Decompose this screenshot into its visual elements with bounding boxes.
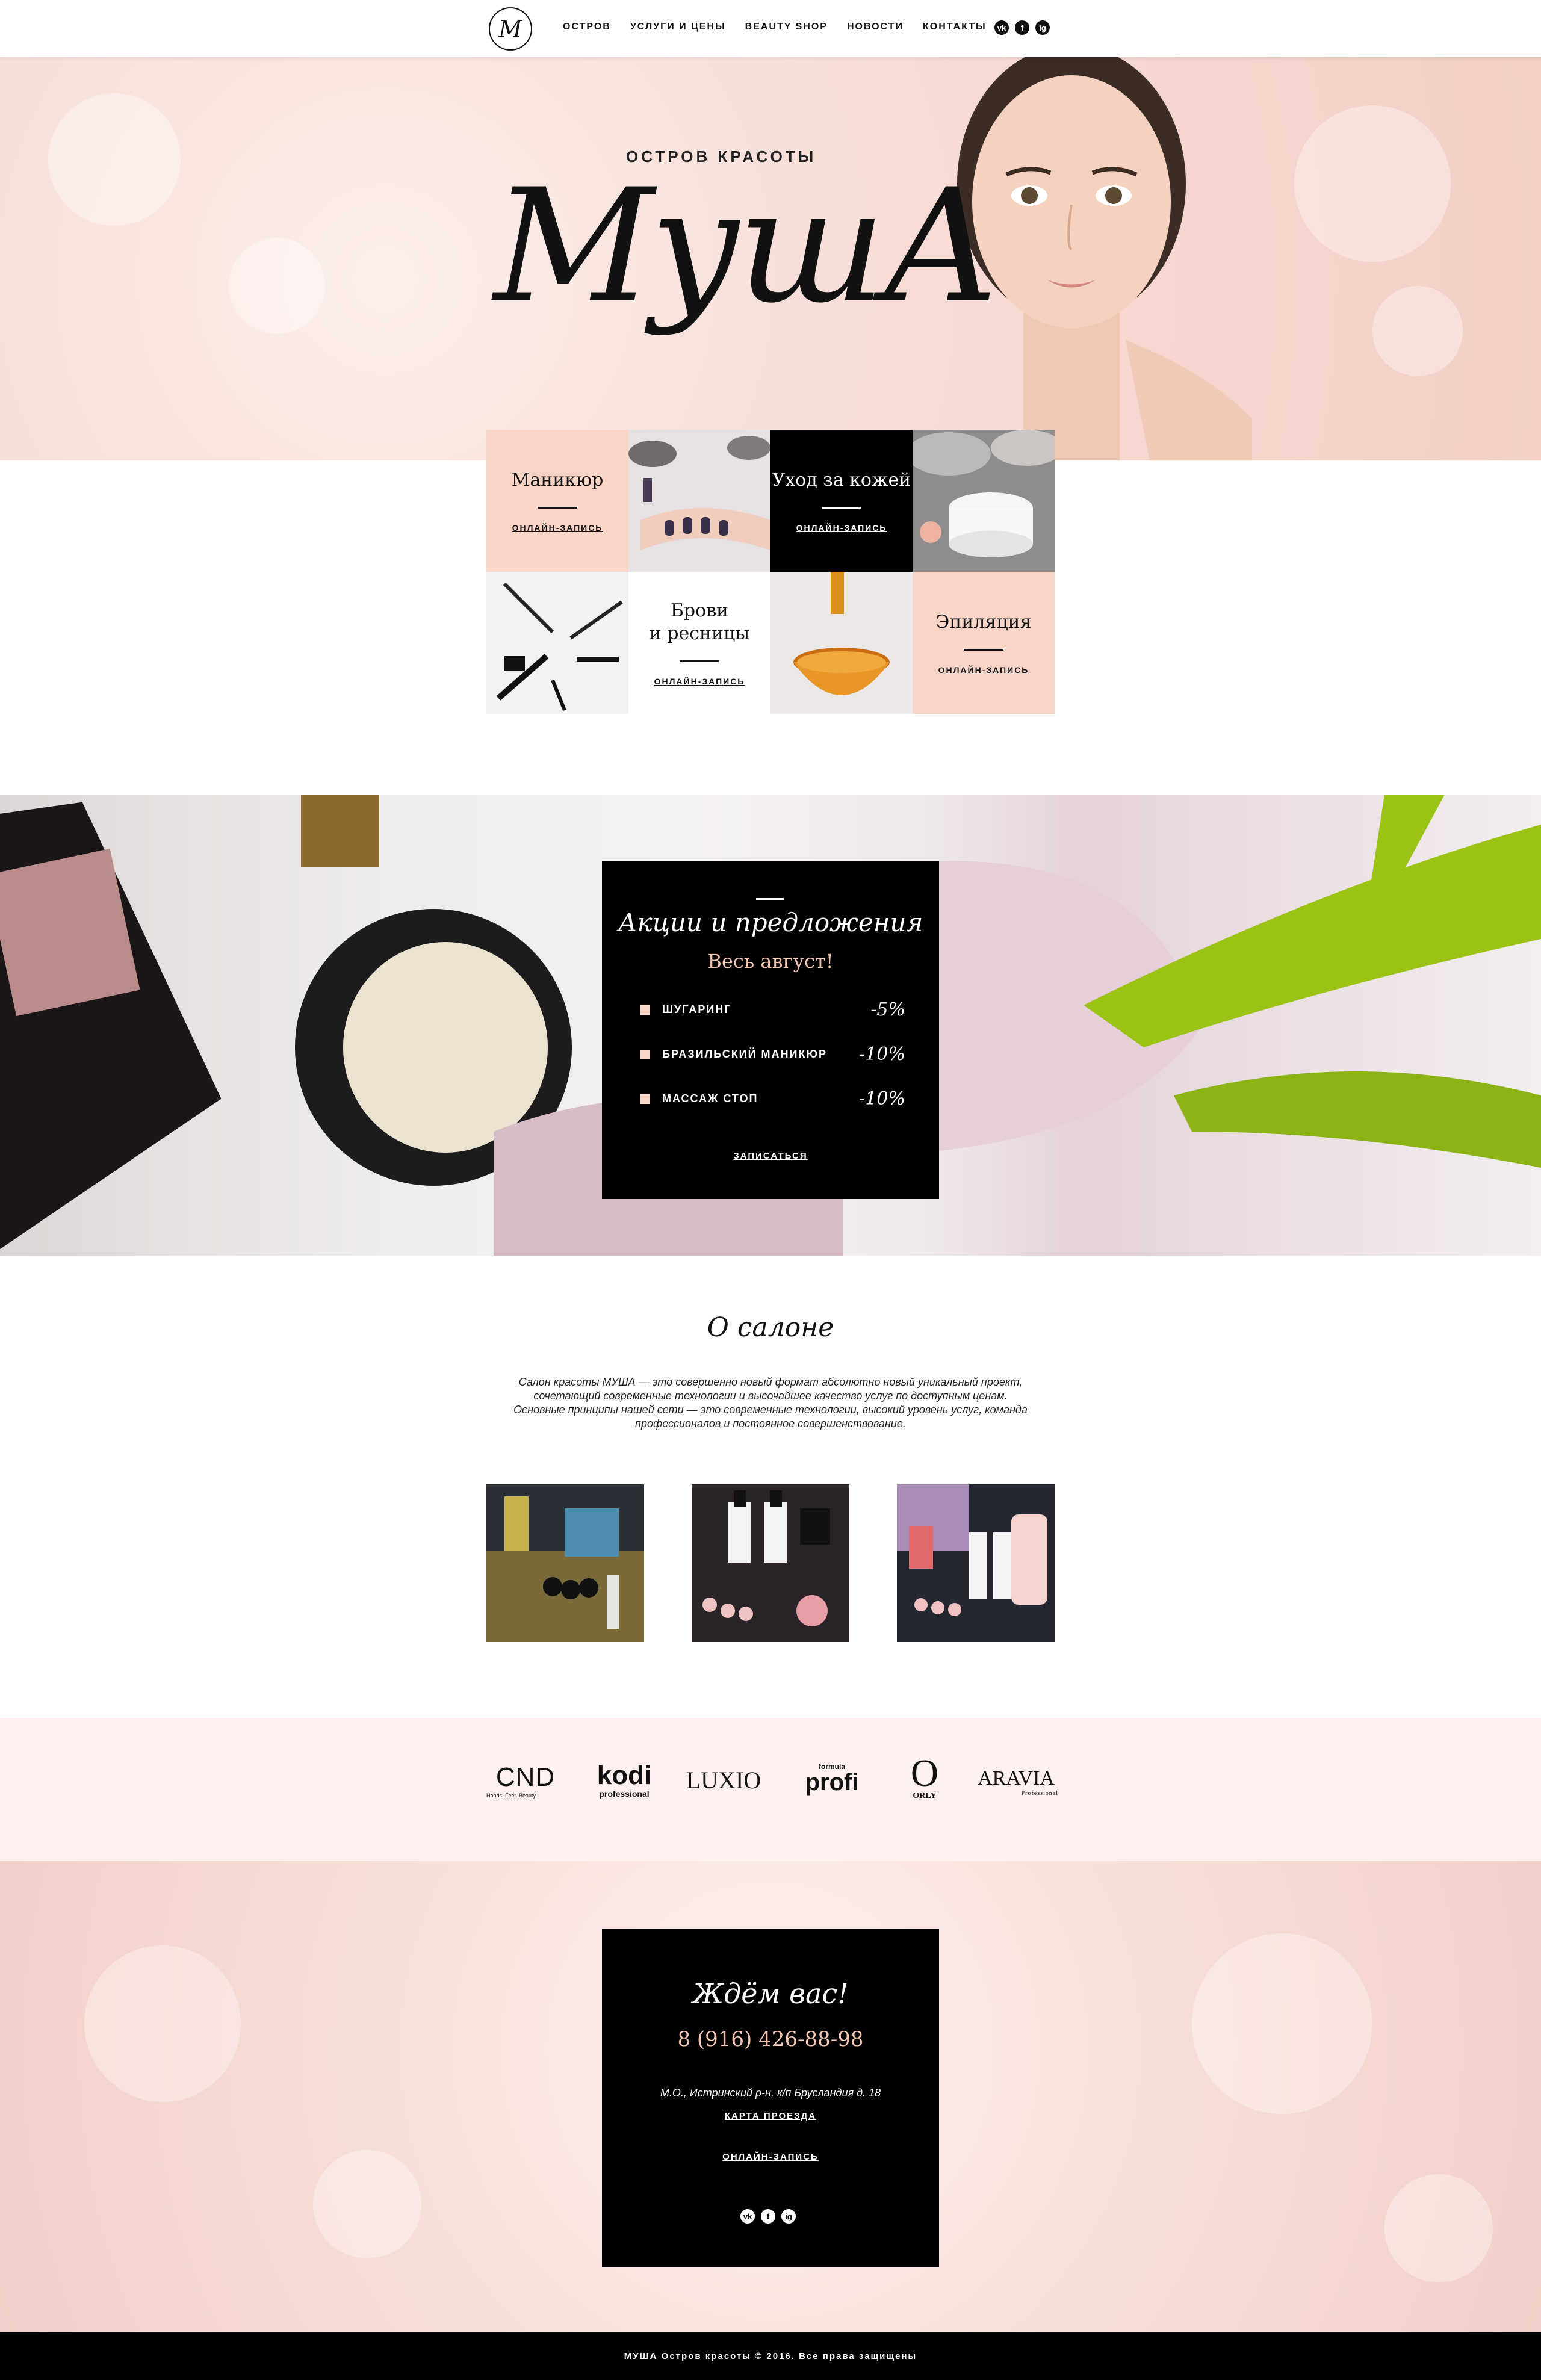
promo-item-discount: -5% [870,999,905,1020]
hero-banner: ОСТРОВ КРАСОТЫ МушА [0,57,1541,460]
promo-item-label: БРАЗИЛЬСКИЙ МАНИКЮР [662,1048,828,1060]
nav-item-island[interactable]: ОСТРОВ [563,22,611,33]
nav-item-contacts[interactable]: КОНТАКТЫ [923,22,987,33]
service-tile-epilation[interactable]: Эпиляция ОНЛАЙН-ЗАПИСЬ [913,572,1055,714]
online-booking-link[interactable]: ОНЛАЙН-ЗАПИСЬ [602,2152,939,2162]
manicure-photo [628,430,770,572]
promo-dash-divider [756,898,784,900]
instagram-icon[interactable]: ig [1035,20,1050,35]
service-title: Эпиляция [935,611,1032,633]
service-title: Уход за кожей [772,469,911,491]
divider [680,660,719,662]
brand-sub: professional [599,1789,650,1799]
bokeh-light [1192,1933,1372,2114]
about-title: О салоне [707,1312,834,1343]
brand-logo-formula-profi[interactable]: formula profi [790,1762,874,1794]
brand-name: O [910,1752,939,1794]
gallery-photo-3[interactable] [897,1484,1055,1642]
brand-sub: ORLY [913,1791,937,1800]
gallery-photo-2[interactable] [692,1484,849,1642]
site-logo[interactable]: М [489,7,532,51]
service-tile-manicure[interactable]: Маникюр ОНЛАЙН-ЗАПИСЬ [486,430,628,572]
online-booking-link[interactable]: ОНЛАЙН-ЗАПИСЬ [654,677,745,686]
nav-item-news[interactable]: НОВОСТИ [847,22,904,33]
online-booking-link[interactable]: ОНЛАЙН-ЗАПИСЬ [512,523,603,533]
top-navbar: М ОСТРОВ УСЛУГИ И ЦЕНЫ BEAUTY SHOP НОВОС… [0,0,1541,57]
brand-name: CND [495,1762,556,1792]
bokeh-light [1372,286,1463,376]
contact-social-links: vk f ig [740,2209,796,2224]
brands-strip [0,1718,1541,1861]
brand-logo-luxio[interactable]: LUXIO [681,1762,766,1794]
bokeh-light [1294,105,1451,262]
map-link[interactable]: КАРТА ПРОЕЗДА [602,2111,939,2121]
brand-sub: Professional [1021,1790,1058,1797]
promo-item-label: МАССАЖ СТОП [662,1092,758,1105]
brand-sub: Hands. Feet. Beauty. [486,1793,537,1799]
promo-item-label: ШУГАРИНГ [662,1003,732,1015]
honey-bowl-photo [770,572,913,714]
bullet-square-icon [640,1094,650,1104]
promo-item-discount: -10% [859,1044,905,1065]
service-tile-skincare[interactable]: Уход за кожей ОНЛАЙН-ЗАПИСЬ [770,430,913,572]
promo-subtitle: Весь август! [707,950,834,973]
skincare-photo [913,430,1055,572]
contact-card: Ждём вас! 8 (916) 426-88-98 М.О., Истрин… [602,1929,939,2267]
brush-tools-photo [486,572,628,714]
footer: МУША Остров красоты © 2016. Все права за… [0,2332,1541,2380]
footer-copyright: МУША Остров красоты © 2016. Все права за… [624,2351,917,2361]
contact-address: М.О., Истринский р-н, к/п Брусландия д. … [660,2087,881,2099]
bokeh-light [1384,2174,1493,2282]
about-description: Салон красоты МУША — это совершенно новы… [470,1375,1071,1431]
promo-item: МАССАЖ СТОП -10% [640,1088,905,1109]
about-line: Салон красоты МУША — это совершенно новы… [518,1376,1023,1388]
service-tile-brows-lashes[interactable]: Брови и ресницы ОНЛАЙН-ЗАПИСЬ [628,572,770,714]
logo-letter: М [498,16,522,42]
brand-name: kodi [597,1761,652,1790]
nav-item-beauty-shop[interactable]: BEAUTY SHOP [745,22,828,33]
promo-item: БРАЗИЛЬСКИЙ МАНИКЮР -10% [640,1044,905,1065]
divider [538,507,577,509]
brand-logo-aravia[interactable]: ARAVIA Professional [974,1762,1058,1797]
promo-item-discount: -10% [859,1088,905,1109]
about-line: профессионалов и постоянное совершенство… [635,1418,906,1430]
service-title-line1: Брови [670,600,729,621]
vk-icon[interactable]: vk [740,2209,755,2224]
vk-icon[interactable]: vk [994,20,1009,35]
bokeh-light [229,238,325,334]
promo-title: Акции и предложения [618,908,923,937]
main-menu: ОСТРОВ УСЛУГИ И ЦЕНЫ BEAUTY SHOP НОВОСТИ… [563,22,1006,33]
brand-logo-kodi[interactable]: kodi professional [591,1762,657,1799]
brand-name: profi [805,1769,859,1796]
divider [822,507,861,509]
about-line: сочетающий современные технологии и высо… [533,1390,1008,1402]
nav-item-services-prices[interactable]: УСЛУГИ И ЦЕНЫ [630,22,726,33]
bokeh-light [313,2150,421,2258]
nav-social-links: vk f ig [994,20,1050,35]
bokeh-light [48,93,181,226]
hero-script-logo: МушА [494,156,1000,338]
bullet-square-icon [640,1005,650,1015]
bullet-square-icon [640,1049,650,1059]
contact-title: Ждём вас! [692,1977,849,2010]
divider [964,649,1003,651]
facebook-icon[interactable]: f [1015,20,1029,35]
brand-logo-cnd[interactable]: CND Hands. Feet. Beauty. [486,1762,565,1799]
bokeh-light [84,1945,241,2102]
about-line: Основные принципы нашей сети — это совре… [513,1404,1028,1416]
promo-card: Акции и предложения Весь август! ШУГАРИН… [602,861,939,1199]
facebook-icon[interactable]: f [761,2209,775,2224]
online-booking-link[interactable]: ОНЛАЙН-ЗАПИСЬ [938,665,1029,675]
instagram-icon[interactable]: ig [781,2209,796,2224]
promo-item: ШУГАРИНГ -5% [640,999,905,1020]
service-title-line2: и ресницы [649,622,750,644]
contact-phone[interactable]: 8 (916) 426-88-98 [602,2027,939,2051]
promo-signup-link[interactable]: ЗАПИСАТЬСЯ [602,1151,939,1161]
service-title: Маникюр [511,469,604,491]
gallery-photo-1[interactable] [486,1484,644,1642]
online-booking-link[interactable]: ОНЛАЙН-ЗАПИСЬ [796,523,887,533]
brand-logo-orly[interactable]: O ORLY [901,1754,949,1801]
brand-name: ARAVIA [978,1767,1055,1790]
brand-name: LUXIO [686,1767,761,1794]
